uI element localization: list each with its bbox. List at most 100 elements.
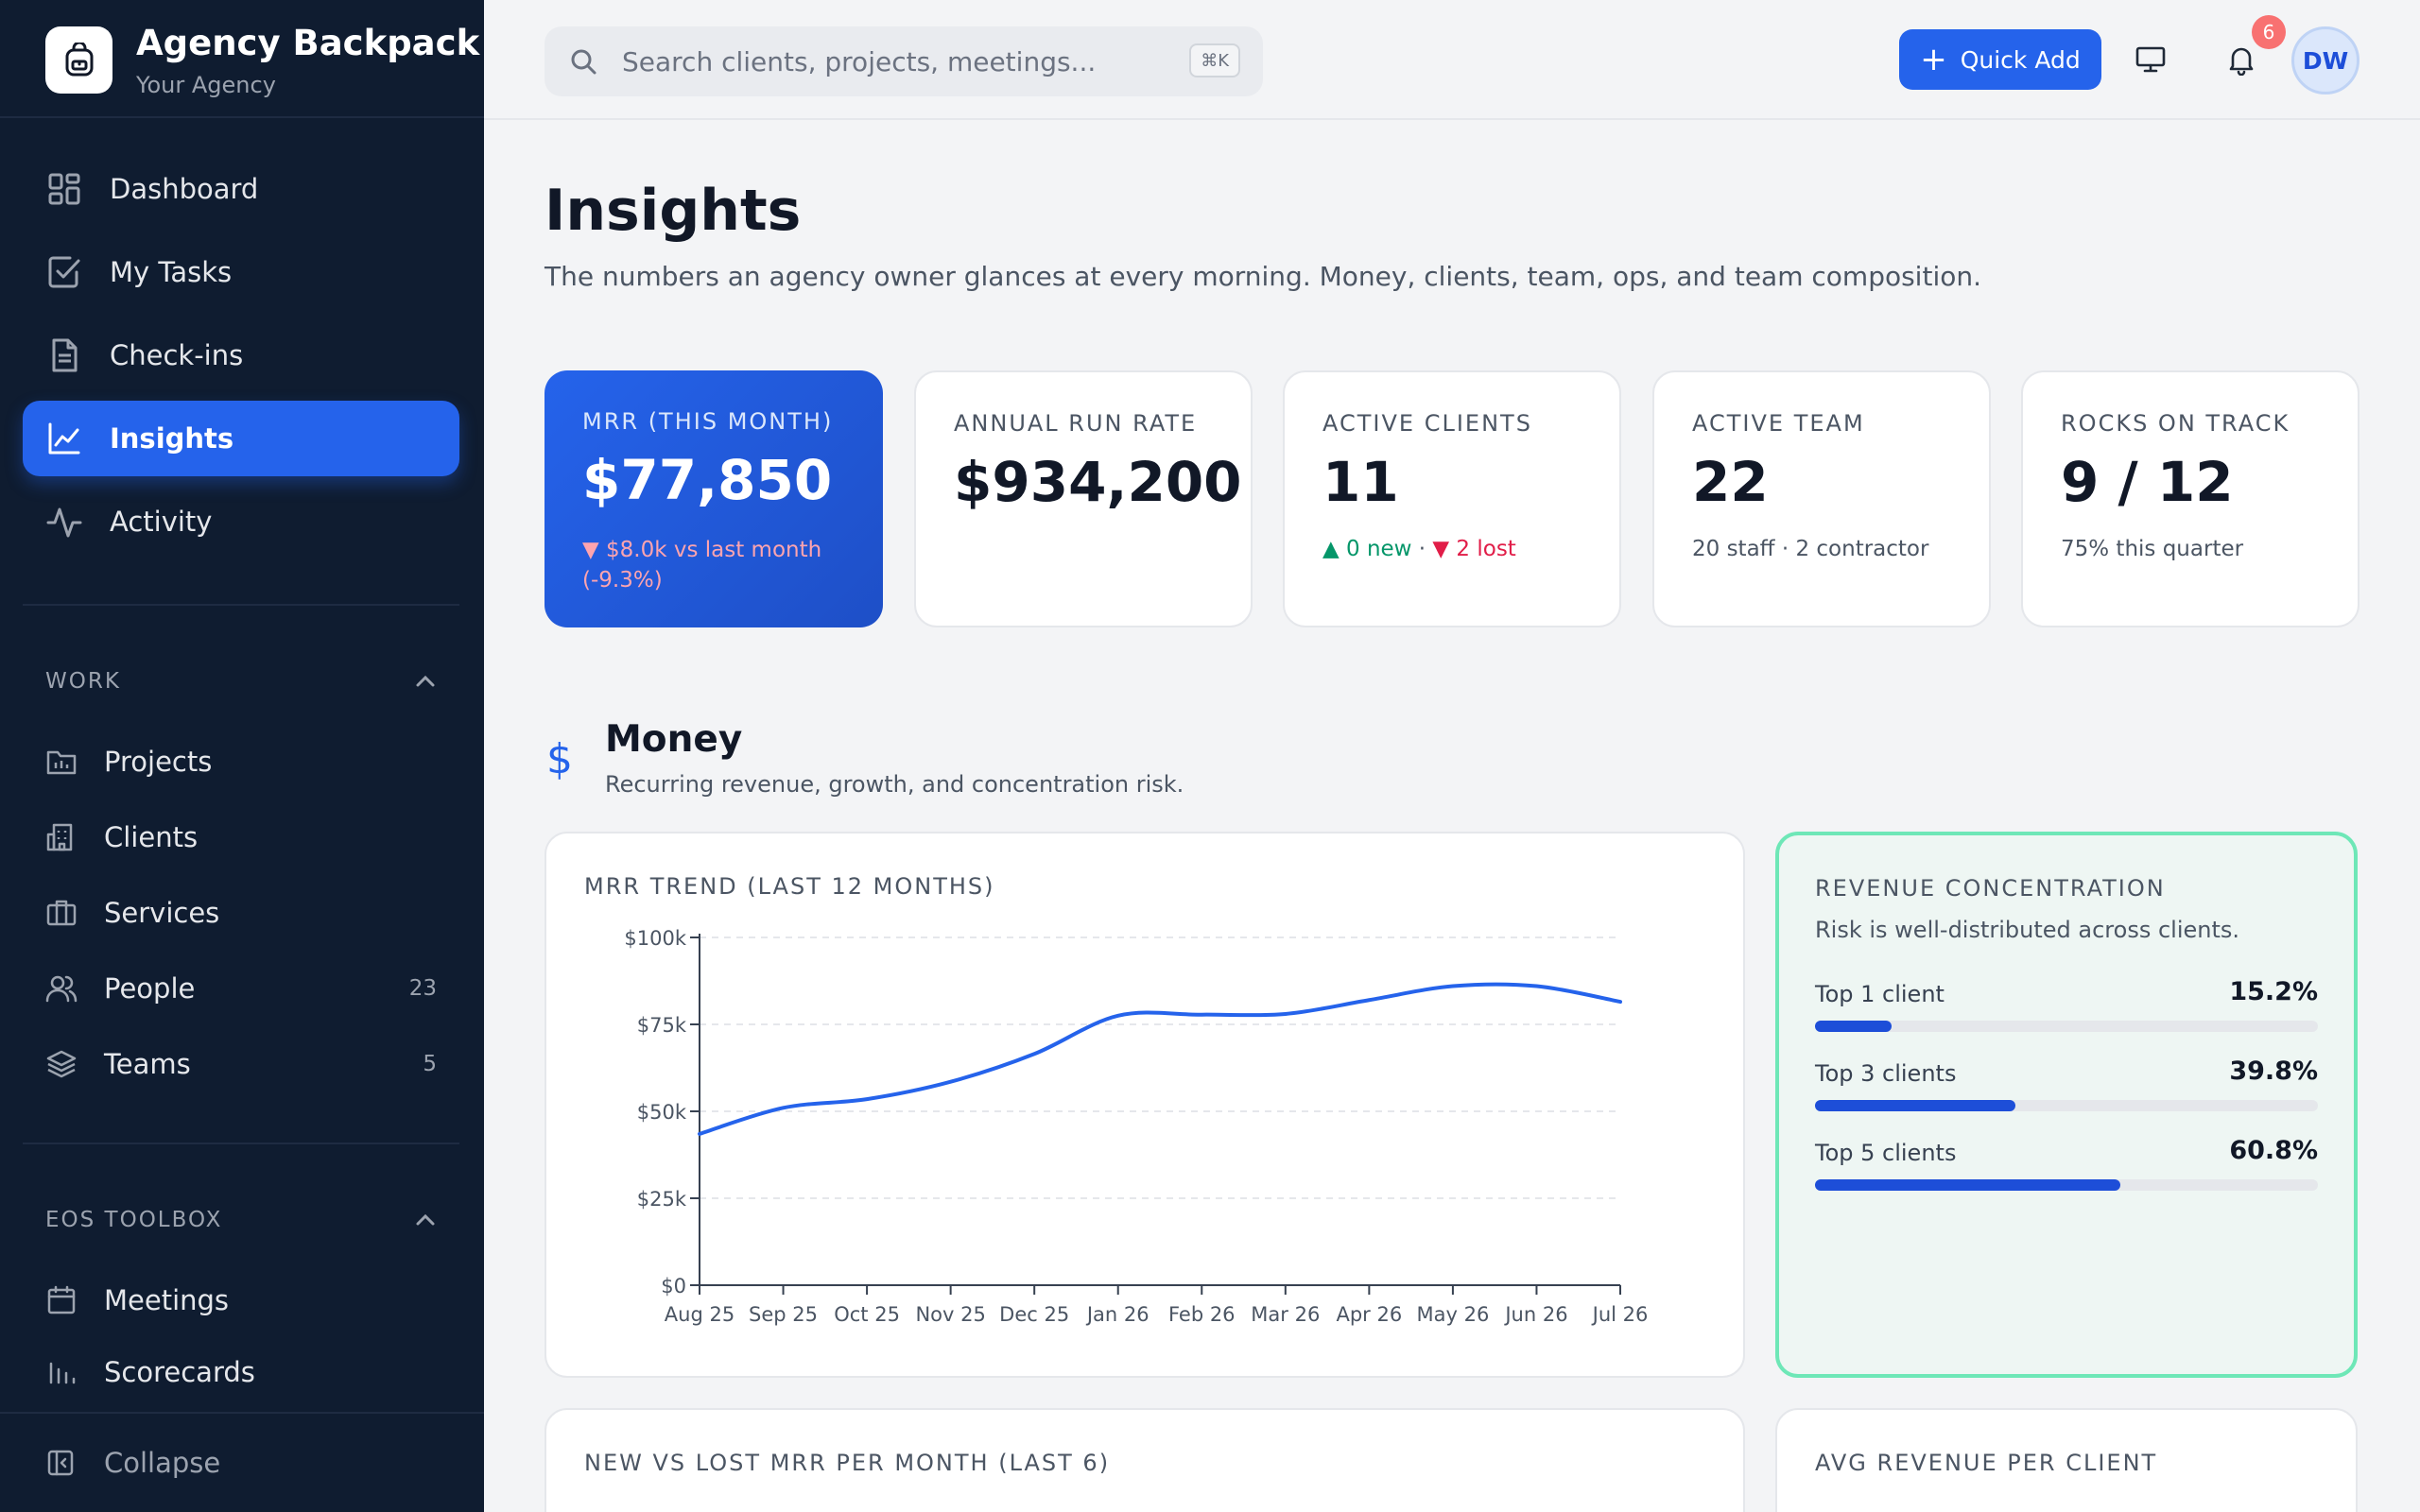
sidebar-item-clients[interactable]: Clients	[23, 804, 459, 870]
sidebar-item-label: Scorecards	[104, 1356, 255, 1388]
new-clients-note: ▲ 0 new	[1322, 537, 1412, 561]
kpi-value: 9 / 12	[2061, 450, 2234, 514]
brand-header[interactable]: Agency Backpack Your Agency	[0, 0, 484, 118]
sidebar-item-label: Services	[104, 897, 220, 929]
nav-item-insights[interactable]: Insights	[23, 401, 459, 476]
dollar-icon: $	[546, 735, 573, 783]
page-subtitle: The numbers an agency owner glances at e…	[544, 261, 1981, 292]
nav-item-activity[interactable]: Activity	[23, 484, 459, 559]
sidebar-item-label: Clients	[104, 821, 199, 853]
kpi-note: 75% this quarter	[2061, 537, 2244, 561]
avg-revenue-card: AVG REVENUE PER CLIENT	[1775, 1408, 2358, 1512]
quick-add-button[interactable]: + Quick Add	[1899, 29, 2101, 90]
sidebar-divider	[23, 1143, 459, 1144]
y-tick-label: $25k	[637, 1188, 687, 1211]
concentration-row: Top 1 client 15.2%	[1815, 977, 2318, 1032]
kpi-change-note: ▼ $8.0k vs last month (-9.3%)	[582, 538, 822, 593]
kpi-card-active-clients[interactable]: ACTIVE CLIENTS 11 ▲ 0 new · ▼ 2 lost	[1283, 370, 1621, 627]
avatar[interactable]: DW	[2291, 26, 2360, 94]
line-chart-icon	[45, 420, 83, 457]
kpi-label: MRR (THIS MONTH)	[582, 408, 834, 435]
concentration-row: Top 3 clients 39.8%	[1815, 1057, 2318, 1111]
collapse-label: Collapse	[104, 1447, 221, 1479]
sidebar-item-services[interactable]: Services	[23, 880, 459, 946]
page-title: Insights	[544, 178, 802, 244]
kpi-label: ACTIVE CLIENTS	[1322, 410, 1532, 437]
concentration-value: 15.2%	[2229, 977, 2318, 1006]
chevron-up-icon	[416, 1213, 435, 1226]
nav-item-check-ins[interactable]: Check-ins	[23, 318, 459, 393]
x-tick-label: Feb 26	[1168, 1303, 1236, 1326]
sidebar-item-label: Projects	[104, 746, 213, 778]
nav-label: Insights	[110, 422, 234, 455]
kpi-label: ROCKS ON TRACK	[2061, 410, 2290, 437]
search-shortcut-hint: ⌘K	[1189, 43, 1240, 77]
y-tick-label: $75k	[637, 1014, 687, 1037]
plus-icon: +	[1920, 41, 1947, 78]
pulse-icon	[45, 503, 83, 541]
nav-item-my-tasks[interactable]: My Tasks	[23, 234, 459, 310]
x-tick-label: Sep 25	[749, 1303, 818, 1326]
topbar: ⌘K + Quick Add 6 DW	[484, 0, 2420, 120]
people-icon	[45, 972, 78, 1005]
concentration-bar-fill	[1815, 1100, 2015, 1111]
sidebar-item-people[interactable]: People 23	[23, 955, 459, 1022]
sidebar-item-label: People	[104, 972, 196, 1005]
calendar-icon	[45, 1284, 78, 1316]
nav-label: Activity	[110, 506, 213, 538]
section-work-title: WORK	[45, 669, 121, 694]
brand-subtitle: Your Agency	[136, 72, 276, 98]
backpack-icon	[45, 26, 112, 94]
x-tick-label: Oct 25	[834, 1303, 900, 1326]
section-eos-title: EOS TOOLBOX	[45, 1208, 223, 1232]
kpi-card-rocks[interactable]: ROCKS ON TRACK 9 / 12 75% this quarter	[2021, 370, 2360, 627]
notification-badge: 6	[2252, 15, 2286, 49]
sidebar-item-projects[interactable]: Projects	[23, 729, 459, 795]
x-tick-label: Jul 26	[1591, 1303, 1649, 1326]
monitor-icon[interactable]	[2129, 38, 2172, 81]
sidebar: Agency Backpack Your Agency Dashboard My…	[0, 0, 484, 1512]
nav-label: Check-ins	[110, 339, 244, 371]
folder-icon	[45, 746, 78, 778]
brand-name: Agency Backpack	[136, 23, 480, 63]
checkbox-icon	[45, 253, 83, 291]
nav-item-dashboard[interactable]: Dashboard	[23, 151, 459, 227]
kpi-card-mrr[interactable]: MRR (THIS MONTH) $77,850 ▼ $8.0k vs last…	[544, 370, 883, 627]
section-subtitle-money: Recurring revenue, growth, and concentra…	[605, 771, 1184, 798]
sidebar-divider	[23, 604, 459, 606]
x-tick-label: Mar 26	[1251, 1303, 1320, 1326]
x-tick-label: Dec 25	[999, 1303, 1069, 1326]
concentration-bar-track	[1815, 1021, 2318, 1032]
search-icon	[567, 45, 599, 77]
x-tick-label: Nov 25	[915, 1303, 985, 1326]
search-input[interactable]	[622, 45, 1151, 77]
sidebar-item-label: Meetings	[104, 1284, 230, 1316]
card-title: NEW VS LOST MRR PER MONTH (LAST 6)	[584, 1450, 1111, 1476]
quick-add-label: Quick Add	[1960, 45, 2081, 74]
grid-icon	[45, 170, 83, 208]
sidebar-item-teams[interactable]: Teams 5	[23, 1031, 459, 1097]
kpi-value: $77,850	[582, 448, 833, 512]
nav-label: Dashboard	[110, 173, 259, 205]
kpi-value: 11	[1322, 450, 1399, 514]
search-bar[interactable]: ⌘K	[544, 26, 1263, 96]
y-tick-label: $100k	[624, 927, 686, 950]
sidebar-collapse-icon	[45, 1448, 76, 1478]
collapse-button[interactable]: Collapse	[0, 1412, 484, 1512]
kpi-card-arr[interactable]: ANNUAL RUN RATE $934,200	[914, 370, 1253, 627]
kpi-label: ACTIVE TEAM	[1692, 410, 1865, 437]
section-work[interactable]: WORK	[45, 662, 437, 700]
x-tick-label: May 26	[1417, 1303, 1490, 1326]
kpi-card-active-team[interactable]: ACTIVE TEAM 22 20 staff · 2 contractor	[1652, 370, 1991, 627]
sidebar-item-label: Teams	[104, 1048, 191, 1080]
sidebar-item-scorecards[interactable]: Scorecards	[23, 1343, 459, 1390]
new-vs-lost-mrr-card: NEW VS LOST MRR PER MONTH (LAST 6)	[544, 1408, 1745, 1512]
x-tick-label: Jan 26	[1085, 1303, 1150, 1326]
concentration-bar-fill	[1815, 1179, 2121, 1191]
section-eos-toolbox[interactable]: EOS TOOLBOX	[45, 1201, 437, 1239]
x-tick-label: Aug 25	[665, 1303, 735, 1326]
section-title-money: Money	[605, 718, 743, 761]
sidebar-item-meetings[interactable]: Meetings	[23, 1267, 459, 1333]
concentration-value: 60.8%	[2229, 1136, 2318, 1165]
people-count: 23	[408, 976, 437, 1001]
